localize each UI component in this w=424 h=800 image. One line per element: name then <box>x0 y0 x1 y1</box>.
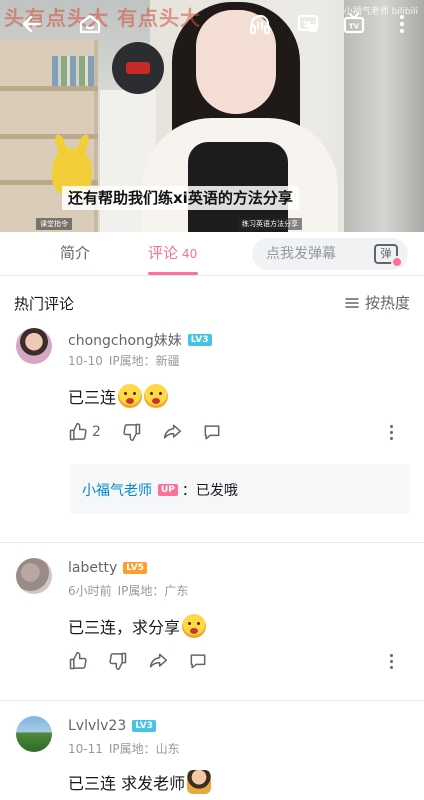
like-button[interactable] <box>68 650 88 672</box>
cast-screen-icon[interactable] <box>294 10 322 38</box>
reply-username[interactable]: 小福气老师 <box>82 480 152 500</box>
tv-icon[interactable]: TV <box>340 10 368 38</box>
home-icon[interactable] <box>76 10 104 38</box>
more-options-icon[interactable] <box>384 650 400 672</box>
comment-date: 6小时前 <box>68 584 112 598</box>
comment-ip: IP属地：新疆 <box>108 354 180 368</box>
tab-intro[interactable]: 简介 <box>60 232 90 276</box>
more-options-icon[interactable] <box>384 421 400 443</box>
video-player[interactable]: 头有点头大 有点头大 小福气老师 bilibili 还有帮助我们练xi英语的方法… <box>0 0 424 232</box>
comment-divider <box>0 542 424 543</box>
comment-username[interactable]: Lvlvlv23 LV3 <box>68 718 156 734</box>
emoji-icon <box>118 384 143 408</box>
list-icon <box>345 297 359 308</box>
thumb-up-icon <box>69 651 87 670</box>
share-icon <box>149 653 168 668</box>
level-badge: LV3 <box>187 334 212 346</box>
level-badge: LV5 <box>123 562 147 574</box>
comment-username[interactable]: chongchong妹妹 LV3 <box>68 330 212 350</box>
emoji-icon <box>144 384 169 408</box>
tab-comments[interactable]: 评论 40 <box>148 232 197 276</box>
reply-preview[interactable]: 小福气老师 UP ：已发哦 <box>70 464 410 514</box>
video-books <box>52 56 94 86</box>
teacher-emoji-icon <box>187 770 212 794</box>
reply-button[interactable] <box>202 421 222 443</box>
comment-divider <box>0 700 424 701</box>
comment-meta: 6小时前 IP属地：广东 <box>68 582 188 599</box>
danmaku-toggle-button[interactable]: 弹 <box>364 238 408 270</box>
thumb-down-icon <box>109 652 127 671</box>
comment-meta: 10-10 IP属地：新疆 <box>68 352 180 369</box>
dislike-button[interactable] <box>108 650 128 672</box>
share-icon <box>163 424 182 439</box>
share-button[interactable] <box>162 421 182 443</box>
like-count: 2 <box>92 424 101 440</box>
comment-actions: 2 <box>68 421 408 443</box>
up-badge: UP <box>158 484 178 496</box>
danmaku-input[interactable]: 点我发弹幕 <box>252 238 364 270</box>
avatar[interactable] <box>16 328 52 364</box>
back-arrow-icon[interactable] <box>18 10 46 38</box>
thumb-up-icon <box>69 422 87 441</box>
tab-active-indicator <box>148 272 198 275</box>
comment-username[interactable]: labetty LV5 <box>68 560 147 576</box>
avatar[interactable] <box>16 716 52 752</box>
comment-actions <box>68 650 408 672</box>
comment-bubble-icon <box>190 654 206 669</box>
comment-ip: IP属地：山东 <box>108 742 180 756</box>
comment-date: 10-11 <box>68 742 103 756</box>
level-badge: LV3 <box>132 720 156 732</box>
comment-bubble-icon <box>204 425 220 440</box>
video-label-right: 练习英语方法分享 <box>238 218 302 230</box>
hot-comments-title: 热门评论 <box>14 295 75 313</box>
video-subtitle: 还有帮助我们练xi英语的方法分享 <box>62 186 299 210</box>
danmaku-icon: 弹 <box>374 244 403 268</box>
video-label-left: 课堂指令 <box>36 218 72 230</box>
like-button[interactable]: 2 <box>68 421 101 443</box>
reply-line: 小福气老师 UP ：已发哦 <box>82 480 238 500</box>
comment-text: 已三连，求分享 <box>68 614 207 638</box>
reply-button[interactable] <box>188 650 208 672</box>
comment-meta: 10-11 IP属地：山东 <box>68 740 180 757</box>
comment-text: 已三连 <box>68 384 169 408</box>
sort-button[interactable]: 按热度 <box>345 292 410 313</box>
more-vertical-icon[interactable] <box>388 10 416 38</box>
emoji-icon <box>182 614 207 638</box>
video-bear-toy <box>112 42 164 94</box>
share-button[interactable] <box>148 650 168 672</box>
comment-date: 10-10 <box>68 354 103 368</box>
thumb-down-icon <box>123 423 141 442</box>
sort-label: 按热度 <box>364 294 410 312</box>
comment-text: 已三连 求发老师 <box>68 770 212 794</box>
tab-comments-count: 40 <box>182 247 198 261</box>
comment-ip: IP属地：广东 <box>117 584 189 598</box>
tab-comments-label: 评论 <box>148 244 179 262</box>
headphones-icon[interactable] <box>246 10 274 38</box>
reply-text: ：已发哦 <box>181 483 238 499</box>
dislike-button[interactable] <box>122 421 142 443</box>
svg-text:TV: TV <box>349 23 360 31</box>
avatar[interactable] <box>16 558 52 594</box>
